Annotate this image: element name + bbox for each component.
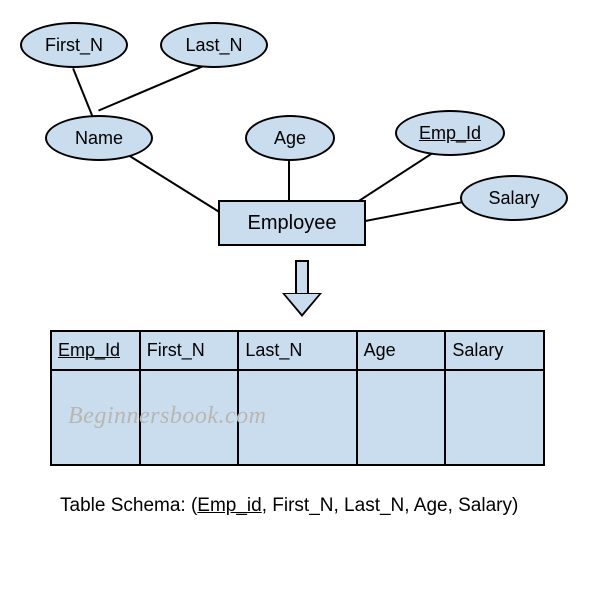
col-last-n: Last_N (238, 331, 356, 370)
arrow-down-icon (282, 260, 322, 320)
attribute-label: Salary (488, 188, 539, 209)
attribute-salary: Salary (460, 175, 568, 221)
col-age: Age (357, 331, 446, 370)
table-header-row: Emp_Id First_N Last_N Age Salary (51, 331, 544, 370)
attribute-name: Name (45, 115, 153, 161)
er-diagram-canvas: First_N Last_N Name Age Emp_Id Salary Em… (0, 0, 600, 600)
attribute-emp-id: Emp_Id (395, 110, 505, 156)
attribute-label: Last_N (185, 35, 242, 56)
col-first-n: First_N (140, 331, 239, 370)
attribute-label: Name (75, 128, 123, 149)
table-schema-caption: Table Schema: (Emp_id, First_N, Last_N, … (60, 495, 518, 517)
col-emp-id: Emp_Id (51, 331, 140, 370)
attribute-label: First_N (45, 35, 103, 56)
attribute-age: Age (245, 115, 335, 161)
schema-table: Emp_Id First_N Last_N Age Salary (50, 330, 545, 466)
attribute-label: Age (274, 128, 306, 149)
col-salary: Salary (445, 331, 544, 370)
attribute-label: Emp_Id (419, 123, 481, 144)
entity-label: Employee (248, 212, 337, 235)
entity-employee: Employee (218, 200, 366, 246)
attribute-first-n: First_N (20, 22, 128, 68)
attribute-last-n: Last_N (160, 22, 268, 68)
table-row (51, 370, 544, 465)
